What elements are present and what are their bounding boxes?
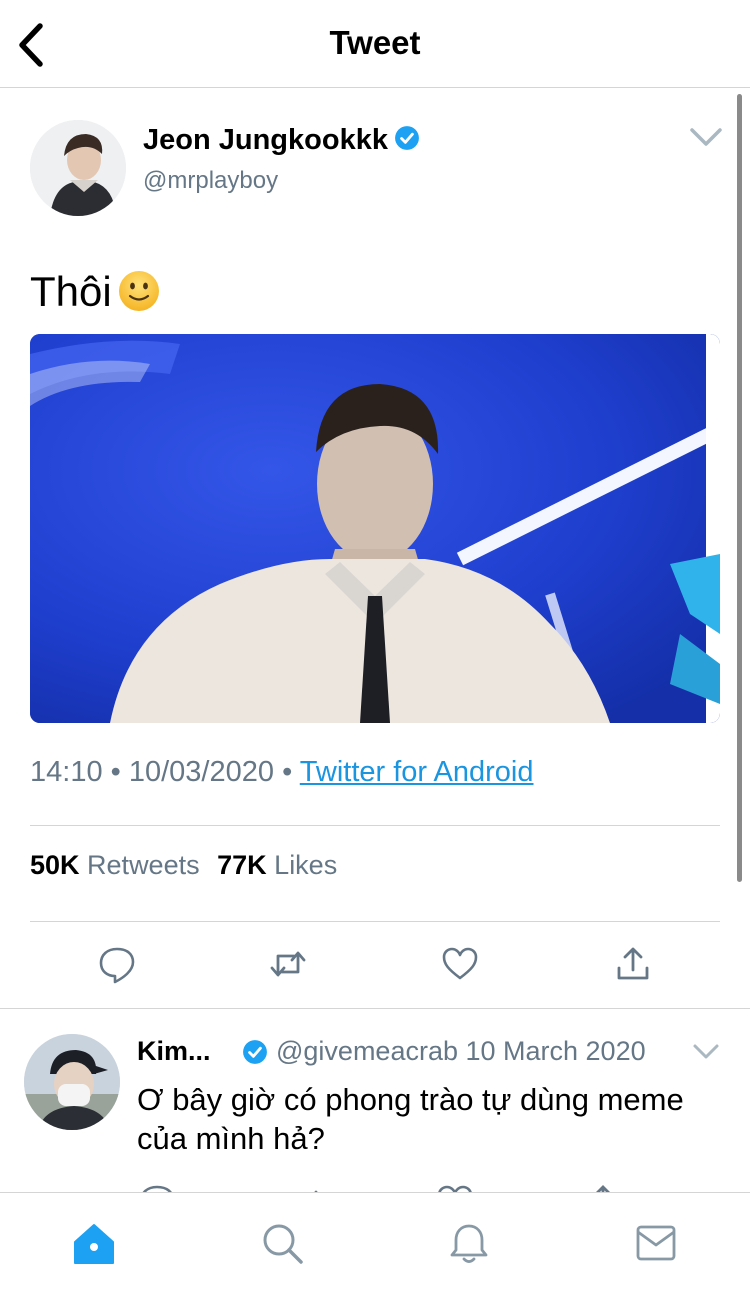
author-name-text: Jeon Jungkookkk: [143, 124, 388, 156]
home-icon[interactable]: [72, 1221, 116, 1265]
chevron-down-icon[interactable]: [688, 124, 724, 150]
bottom-tab-bar: [0, 1192, 750, 1294]
divider: [0, 1008, 750, 1009]
tweet-stats: 50K Retweets 77K Likes: [30, 850, 347, 881]
like-icon[interactable]: [440, 944, 480, 984]
verified-badge-icon: [243, 1040, 267, 1064]
author-handle[interactable]: @mrplayboy: [143, 167, 278, 195]
top-nav-bar: Tweet: [0, 0, 750, 88]
search-icon[interactable]: [260, 1221, 304, 1265]
reply-icon[interactable]: [97, 944, 137, 984]
retweet-icon[interactable]: [268, 944, 308, 984]
author-avatar[interactable]: [30, 120, 126, 216]
likes-count[interactable]: 77K: [217, 850, 267, 880]
meta-separator: •: [110, 756, 121, 788]
page-title: Tweet: [329, 24, 421, 61]
tweet-source-link[interactable]: Twitter for Android: [300, 756, 534, 788]
slightly-smiling-face-icon: [118, 271, 159, 311]
retweets-count[interactable]: 50K: [30, 850, 80, 880]
divider: [30, 825, 720, 826]
reply-text: Ơ bây giờ có phong trào tự dùng meme của…: [137, 1082, 684, 1156]
share-icon[interactable]: [613, 944, 653, 984]
messages-icon[interactable]: [634, 1221, 678, 1265]
tweet-date: 10/03/2020: [128, 756, 275, 788]
likes-label[interactable]: Likes: [274, 850, 337, 880]
meta-separator: •: [282, 756, 293, 788]
divider: [30, 921, 720, 922]
tweet-text: Thôi: [30, 268, 160, 316]
tweet-time: 14:10: [30, 756, 103, 788]
chevron-down-icon[interactable]: [692, 1042, 720, 1062]
tweet-image[interactable]: [30, 334, 720, 723]
retweets-label[interactable]: Retweets: [87, 850, 200, 880]
verified-badge-icon: [395, 126, 419, 150]
reply-author-avatar[interactable]: [24, 1034, 120, 1130]
tweet-meta: 14:10 • 10/03/2020 • Twitter for Android: [30, 756, 534, 789]
reply-author-name[interactable]: Kim...: [137, 1036, 211, 1067]
scrollbar[interactable]: [737, 94, 742, 882]
tweet-text-content: Thôi: [30, 268, 112, 315]
reply-handle-date[interactable]: @givemeacrab 10 March 2020: [276, 1036, 646, 1067]
author-name[interactable]: Jeon Jungkookkk: [143, 124, 420, 157]
notifications-icon[interactable]: [447, 1221, 491, 1265]
